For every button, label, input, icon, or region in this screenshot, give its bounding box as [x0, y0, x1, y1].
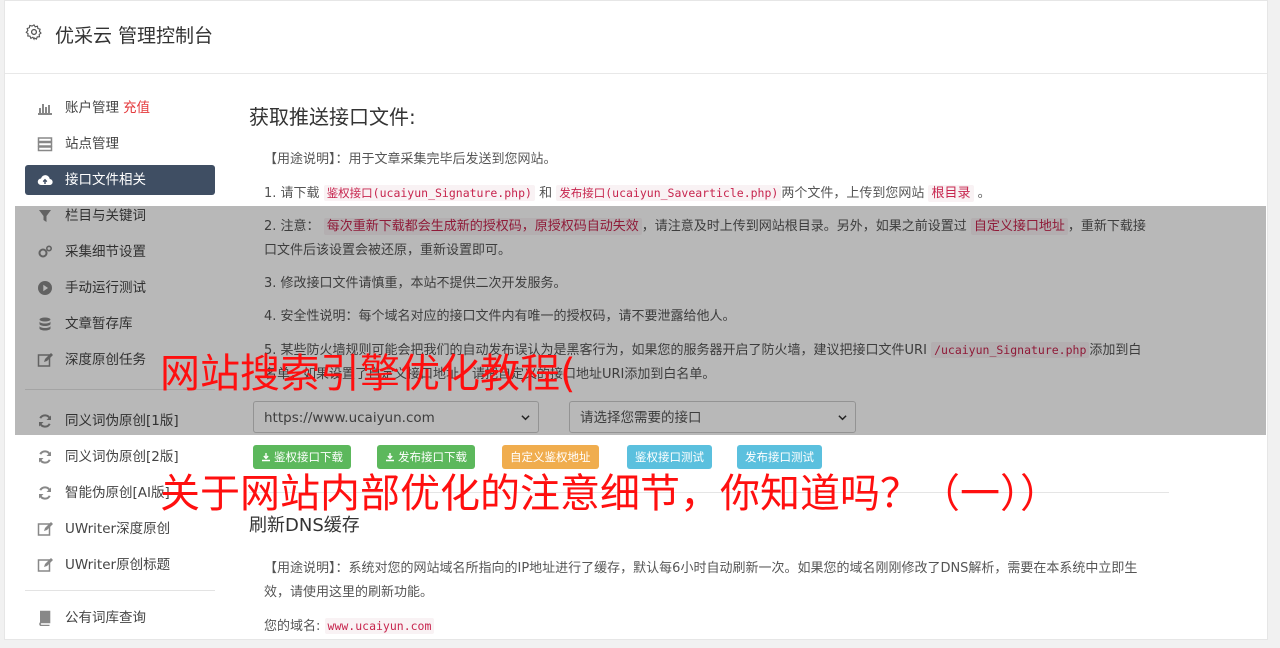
- usage-text: 【用途说明】：用于文章采集完毕后发送到您网站。: [264, 152, 557, 167]
- sidebar-item-uwriter-title[interactable]: UWriter原创标题: [25, 550, 215, 580]
- sign-file-name: 鉴权接口(ucaiyun_Signature.php): [323, 185, 535, 201]
- sidebar-item-label: 公有词库查询: [65, 610, 146, 626]
- sidebar-item-label: 采集细节设置: [65, 244, 146, 260]
- publish-download-button[interactable]: 发布接口下载: [377, 445, 475, 469]
- sign-test-button[interactable]: 鉴权接口测试: [627, 445, 712, 469]
- sidebar-item-label: UWriter原创标题: [65, 557, 171, 573]
- sidebar-item-label: 手动运行测试: [65, 280, 146, 296]
- overlay-title-line-2: 关于网站内部优化的注意细节，你知道吗？（一））: [160, 471, 1060, 517]
- sidebar-item-uwriter-deep[interactable]: UWriter深度原创: [25, 514, 215, 544]
- play-circle-icon: [38, 281, 52, 295]
- sidebar-item-api-files[interactable]: 接口文件相关: [25, 165, 215, 195]
- download-icon: [262, 453, 270, 462]
- refresh-icon: [39, 414, 51, 428]
- refresh-icon: [39, 486, 51, 500]
- dns-usage-text: 【用途说明】：系统对您的网站域名所指向的IP地址进行了缓存，默认每6小时自动刷新…: [264, 561, 1138, 600]
- recharge-link[interactable]: 充值: [123, 100, 150, 116]
- download-icon: [386, 453, 394, 462]
- root-dir-highlight: 根目录: [928, 185, 974, 202]
- sign-download-button[interactable]: 鉴权接口下载: [253, 445, 351, 469]
- sidebar-item-sites[interactable]: 站点管理: [25, 129, 215, 159]
- api-selectors: https://www.ucaiyun.com 请选择您需要的接口: [249, 401, 1154, 435]
- sidebar-item-public-lexicon[interactable]: 公有词库查询: [25, 603, 215, 633]
- server-icon: [37, 137, 53, 152]
- database-icon: [39, 317, 51, 331]
- filter-icon: [39, 210, 51, 222]
- signature-uri: /ucaiyun_Signature.php: [931, 342, 1090, 358]
- sidebar-item-synonym-v1[interactable]: 同义词伪原创[1版]: [25, 406, 215, 436]
- sidebar-item-label: 同义词伪原创[1版]: [65, 413, 179, 429]
- sidebar-item-label: 站点管理: [65, 136, 119, 152]
- bar-chart-icon: [38, 104, 52, 115]
- instruction-1: 1. 请下载 鉴权接口(ucaiyun_Signature.php) 和 发布接…: [264, 185, 991, 202]
- gears-icon: [38, 245, 53, 258]
- custom-sign-button[interactable]: 自定义鉴权地址: [502, 445, 599, 469]
- page-title: 优采云 管理控制台: [55, 25, 214, 47]
- overlay-title-line-1: 网站搜索引擎优化教程(: [160, 351, 576, 397]
- gear-icon: [25, 24, 42, 41]
- sidebar-item-manual-run[interactable]: 手动运行测试: [25, 273, 215, 303]
- book-icon: [39, 610, 51, 626]
- domain-line: 您的域名: www.ucaiyun.com: [264, 614, 1154, 639]
- sidebar-item-label: 栏目与关键词: [65, 208, 146, 224]
- instruction-4: 4. 安全性说明：每个域名对应的接口文件内有唯一的授权码，请不要泄露给他人。: [264, 309, 736, 324]
- edit-icon: [37, 522, 53, 536]
- sidebar-item-label: 智能伪原创[AI版]: [65, 485, 170, 501]
- header: 优采云 管理控制台: [5, 1, 1267, 74]
- domain-value: www.ucaiyun.com: [324, 618, 435, 634]
- cloud-upload-icon: [37, 175, 53, 186]
- sidebar-item-collect-settings[interactable]: 采集细节设置: [25, 237, 215, 267]
- sidebar-item-label: 文章暂存库: [65, 316, 133, 332]
- publish-test-button[interactable]: 发布接口测试: [737, 445, 822, 469]
- warning-highlight: 每次重新下载都会生成新的授权码，原授权码自动失效: [323, 218, 642, 235]
- sidebar-item-label: 深度原创任务: [65, 352, 146, 368]
- action-buttons: 鉴权接口下载 发布接口下载 自定义鉴权地址 鉴权接口测试 发布接口测试: [249, 445, 1154, 469]
- sidebar-item-article-store[interactable]: 文章暂存库: [25, 309, 215, 339]
- api-type-select[interactable]: 请选择您需要的接口: [569, 401, 856, 433]
- console-panel: 优采云 管理控制台 账户管理 充值 站点管理 接口文件相关 栏目与关键词 采集细节…: [4, 0, 1268, 640]
- sidebar-item-account[interactable]: 账户管理 充值: [25, 93, 215, 123]
- edit-icon: [37, 558, 53, 572]
- sidebar-item-synonym-v2[interactable]: 同义词伪原创[2版]: [25, 442, 215, 472]
- sidebar-divider: [25, 590, 215, 591]
- publish-file-name: 发布接口(ucaiyun_Savearticle.php): [556, 185, 782, 201]
- refresh-icon: [39, 450, 51, 464]
- sidebar-item-label: UWriter深度原创: [65, 521, 171, 537]
- sidebar-item-label: 账户管理: [65, 100, 119, 116]
- chevron-down-icon: [521, 415, 530, 421]
- sidebar-item-label: 同义词伪原创[2版]: [65, 449, 179, 465]
- instruction-3: 3. 修改接口文件请慎重，本站不提供二次开发服务。: [264, 276, 567, 291]
- chevron-down-icon: [838, 415, 847, 421]
- sidebar-item-columns-keywords[interactable]: 栏目与关键词: [25, 201, 215, 231]
- section-title-api-files: 获取推送接口文件:: [249, 105, 416, 129]
- instruction-2: 2. 注意： 每次重新下载都会生成新的授权码，原授权码自动失效 ，请注意及时上传到…: [264, 218, 1146, 258]
- custom-api-highlight: 自定义接口地址: [970, 218, 1068, 235]
- site-select[interactable]: https://www.ucaiyun.com: [253, 401, 539, 433]
- edit-icon: [37, 353, 53, 367]
- sidebar-item-label: 接口文件相关: [65, 172, 146, 188]
